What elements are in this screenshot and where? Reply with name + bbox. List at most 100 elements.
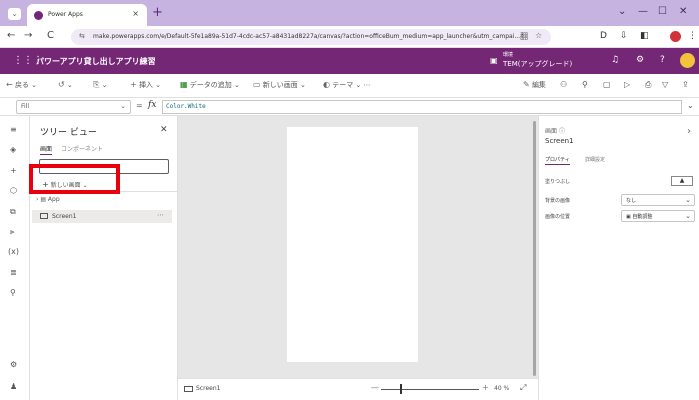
fit-to-window-icon[interactable]: ⤢ [520,383,526,393]
copy-icon: ⎘ [93,80,100,89]
screen-preview[interactable] [287,127,418,362]
back-command[interactable]: ← 戻る ⌄ [6,80,37,90]
property-dropdown[interactable]: Fill ⌄ [16,100,131,114]
minimize-button[interactable]: — [638,6,648,17]
hamburger-menu-icon[interactable]: ≡ [10,125,17,134]
address-bar[interactable]: ⇆ make.powerapps.com/e/Default-5fe1a89a-… [71,29,551,45]
maximize-button[interactable]: ☐ [658,6,667,17]
media-icon[interactable]: ⧉ [10,207,16,217]
fx-icon[interactable]: fx [148,100,156,110]
site-info-icon[interactable]: ⇆ [79,32,85,40]
settings-gear-icon[interactable]: ⚙ [636,55,644,65]
zoom-in-button[interactable]: + [482,383,489,392]
plus-icon: + [130,80,137,89]
insert-plus-icon[interactable]: + [10,166,17,175]
tab-close-icon[interactable]: × [132,9,139,18]
tab-screens[interactable]: 画面 [40,144,53,155]
back-button[interactable]: ← [7,30,15,41]
help-circle-icon[interactable]: ⓘ [559,128,565,135]
tab-advanced[interactable]: 詳細設定 [585,156,605,163]
theme-icon: ◐ [323,80,330,89]
notifications-icon[interactable]: ♫ [611,55,619,65]
advanced-tools-icon[interactable]: ≣ [10,268,17,277]
data-table-icon: ▦ [180,80,188,89]
user-avatar[interactable] [680,53,695,68]
extension-icon[interactable]: D [600,31,607,41]
share-icon[interactable]: ⚇ [560,80,567,89]
tab-properties[interactable]: プロパティ [545,156,570,165]
app-checker-icon[interactable]: ⚲ [582,80,588,89]
browser-menu-icon[interactable]: ⋮ [688,31,697,41]
power-automate-icon[interactable]: ⫸ [10,227,15,237]
translate-icon[interactable]: 翻 [520,31,528,42]
image-position-value: ▣ 自動調整 [626,214,653,220]
copy-command[interactable]: ⎘ ⌄ [93,80,108,90]
tree-item-app-label: App [47,196,60,203]
properties-panel: 画面 ⓘ Screen1 › プロパティ 詳細設定 塗りつぶし ▲ 背景の画像 … [538,116,699,400]
new-tab-button[interactable]: + [152,5,163,20]
environment-name[interactable]: TEM(アップグレード) [503,59,572,69]
background-image-dropdown[interactable]: なし ⌄ [621,194,695,206]
browser-tab-strip: ⌄ Power Apps × + ⌄ — ☐ ✕ [0,0,699,26]
theme-command[interactable]: ◐ テーマ ⌄ ⋯ [323,80,371,90]
bookmark-star-icon[interactable]: ☆ [535,31,542,40]
tree-view-panel: ツリー ビュー ✕ 画面 コンポーネント + 新しい画面 ⌄ › ▤ App S… [30,116,178,400]
add-data-command[interactable]: ▦ データの追加 ⌄ [180,80,240,90]
undo-icon: ↺ [58,80,65,89]
more-options-icon[interactable]: ⋯ [157,211,164,219]
forward-button[interactable]: → [24,30,32,41]
close-icon[interactable]: ✕ [160,125,168,135]
formula-input[interactable]: Color.White [162,100,682,114]
url-text[interactable]: make.powerapps.com/e/Default-5fe1a89a-51… [93,33,533,40]
screen-icon [40,213,48,219]
current-screen-label[interactable]: Screen1 [196,385,220,392]
profile-avatar[interactable] [670,31,681,42]
fill-label: 塗りつぶし [545,179,571,185]
chevron-down-icon: ⌄ [685,196,691,204]
tab-list-button[interactable]: ⌄ [8,8,21,20]
annotation-highlight-box [29,164,120,194]
zoom-value: 40 % [494,385,510,392]
tree-item-screen1[interactable]: Screen1 ⋯ [32,210,172,223]
formula-text: Color.White [166,103,206,110]
chevron-down-icon: ⌄ [120,102,126,110]
save-icon[interactable]: ⎙ [645,80,651,90]
control-name: Screen1 [545,137,574,145]
fill-color-picker[interactable]: ▲ [671,176,693,186]
help-icon[interactable]: ? [660,55,665,65]
design-canvas[interactable] [178,116,538,378]
window-close-button[interactable]: ✕ [679,6,687,17]
zoom-out-button[interactable]: — [371,383,379,392]
browser-tab[interactable]: Power Apps × [27,4,147,26]
expand-formula-icon[interactable]: ⌄ [687,101,695,110]
side-panel-icon[interactable]: ◧ [640,31,649,41]
image-position-dropdown[interactable]: ▣ 自動調整 ⌄ [621,210,695,222]
zoom-slider[interactable] [381,389,479,390]
chevron-down-icon[interactable]: ▽ [662,80,668,89]
data-icon[interactable]: ⬡ [10,186,17,195]
zoom-slider-thumb[interactable] [399,384,402,394]
edit-command[interactable]: ✎ 編集 [523,80,546,90]
tree-view-icon[interactable]: ◈ [10,145,16,154]
reload-button[interactable]: C [47,30,54,41]
publish-icon[interactable]: ⇪ [682,80,689,89]
chevron-down-icon[interactable]: ⌄ [618,6,626,17]
canvas-scrollbar[interactable] [533,121,536,376]
variables-icon[interactable]: (x) [8,247,19,256]
search-icon[interactable]: ⚲ [10,288,16,297]
comments-icon[interactable]: ▢ [603,80,611,89]
virtual-agent-icon[interactable]: ♟ [10,382,17,391]
download-icon[interactable]: ⇩ [620,31,628,41]
insert-command[interactable]: + 挿入 ⌄ [130,80,161,90]
collapse-panel-icon[interactable]: › [687,126,691,137]
tab-components[interactable]: コンポーネント [61,144,103,153]
settings-icon[interactable]: ⚙ [10,360,17,369]
tree-view-title: ツリー ビュー [40,128,97,138]
tree-item-app[interactable]: › ▤ App [36,196,60,203]
preview-play-icon[interactable]: ▷ [624,80,630,89]
back-label: 戻る [14,81,29,89]
insert-label: 挿入 [138,81,153,89]
left-rail: ≡ ◈ + ⬡ ⧉ ⫸ (x) ≣ ⚲ ⚙ ♟ [0,116,30,400]
undo-command[interactable]: ↺ ⌄ [58,80,73,89]
new-screen-command[interactable]: ▭ 新しい画面 ⌄ [253,80,306,90]
